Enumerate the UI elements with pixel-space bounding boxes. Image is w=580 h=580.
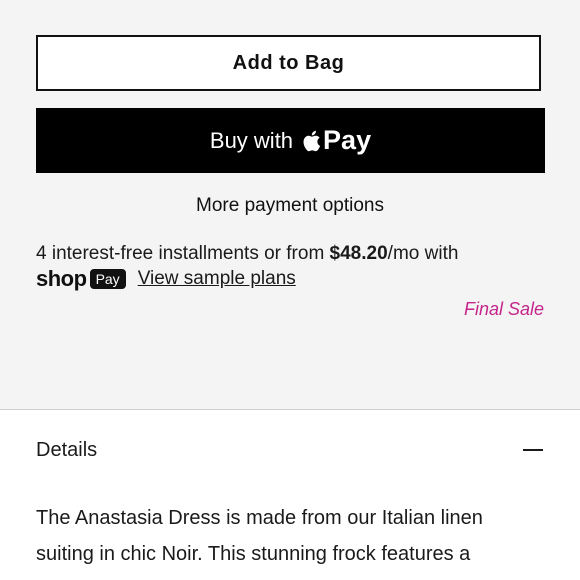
add-to-bag-button[interactable]: Add to Bag [36, 35, 541, 91]
shop-pay-row: shop Pay View sample plans [36, 266, 296, 292]
apple-pay-word: Pay [323, 125, 372, 155]
apple-pay-prefix: Buy with [209, 127, 294, 153]
apple-logo-icon [301, 129, 321, 153]
final-sale-badge: Final Sale [463, 299, 544, 319]
installments-text: 4 interest-free installments or from $48… [36, 241, 556, 267]
details-title: Details [36, 438, 98, 461]
shop-pay-logo: shop [36, 266, 87, 291]
apple-pay-button[interactable]: Buy with Pay [36, 108, 545, 173]
installments-text-after: /mo with [387, 243, 459, 264]
more-payment-options-link[interactable]: More payment options [0, 195, 580, 217]
installments-text-before: 4 interest-free installments or from [36, 243, 330, 264]
purchase-panel: Add to Bag Buy with Pay More payment opt… [0, 0, 580, 410]
installment-price: $48.20 [329, 243, 388, 264]
view-sample-plans-link[interactable]: View sample plans [138, 268, 296, 290]
add-to-bag-label: Add to Bag [232, 51, 345, 74]
section-divider [0, 409, 580, 410]
shop-pay-badge: Pay [89, 269, 126, 289]
details-accordion-toggle[interactable]: Details [36, 436, 545, 464]
product-description: The Anastasia Dress is made from our Ita… [36, 507, 483, 565]
minus-icon[interactable] [523, 449, 543, 451]
